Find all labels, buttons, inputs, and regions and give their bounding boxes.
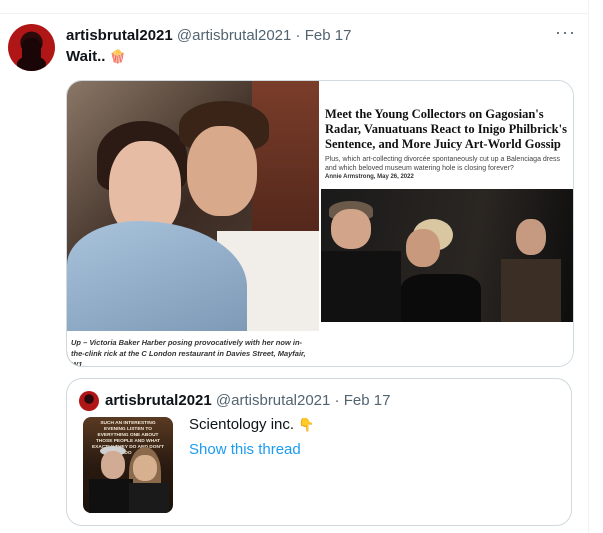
quoted-tweet[interactable]: artisbrutal2021 @artisbrutal2021 · Feb 1…	[66, 378, 572, 526]
image-caption: Up – Victoria Baker Harber posing provoc…	[67, 331, 319, 366]
quote-thumbnail[interactable]: SUCH AN INTERESTING EVENING LISTEN TO EV…	[83, 417, 173, 513]
image-figure	[133, 455, 157, 481]
tweet-text-content: Wait..	[66, 48, 106, 65]
image-figure	[321, 251, 401, 322]
image-bg	[321, 322, 573, 366]
quote-handle[interactable]: @artisbrutal2021	[216, 392, 330, 409]
quote-text: Scientology inc. 👇	[189, 416, 314, 433]
image-figure	[501, 259, 561, 322]
pointing-down-emoji: 👇	[298, 417, 315, 432]
quote-avatar[interactable]	[79, 391, 99, 411]
quote-text-content: Scientology inc.	[189, 416, 295, 433]
article-title: Meet the Young Collectors on Gagosian's …	[325, 107, 567, 151]
top-divider	[0, 13, 589, 14]
avatar[interactable]	[8, 24, 55, 71]
separator: ·	[295, 27, 301, 44]
avatar-figure-body	[17, 56, 46, 71]
media-image-left[interactable]: Up – Victoria Baker Harber posing provoc…	[67, 81, 319, 366]
quote-display-name[interactable]: artisbrutal2021	[105, 392, 212, 409]
more-options-icon[interactable]: ···	[555, 22, 576, 43]
image-figure	[401, 274, 481, 322]
quote-header: artisbrutal2021 @artisbrutal2021 · Feb 1…	[105, 392, 390, 409]
quote-separator: ·	[334, 392, 340, 409]
display-name[interactable]: artisbrutal2021	[66, 27, 173, 44]
tweet-date[interactable]: Feb 17	[305, 27, 352, 44]
quote-date[interactable]: Feb 17	[344, 392, 391, 409]
article-subtitle: Plus, which art-collecting divorcée spon…	[325, 156, 561, 172]
popcorn-emoji: 🍿	[109, 49, 126, 64]
media-grid: Up – Victoria Baker Harber posing provoc…	[66, 80, 574, 367]
right-divider	[588, 0, 589, 533]
tweet-header: artisbrutal2021 @artisbrutal2021 · Feb 1…	[66, 27, 351, 44]
image-figure	[406, 229, 440, 267]
handle[interactable]: @artisbrutal2021	[177, 27, 291, 44]
article-author: Annie Armstrong, May 26, 2022	[325, 174, 414, 180]
image-figure	[89, 479, 133, 513]
image-figure	[516, 219, 546, 255]
image-figure	[187, 126, 257, 216]
image-figure	[101, 451, 125, 479]
image-figure	[129, 483, 169, 513]
tweet-text: Wait.. 🍿	[66, 48, 126, 65]
image-figure	[331, 209, 371, 249]
article-photo	[321, 189, 573, 322]
show-thread-link[interactable]: Show this thread	[189, 441, 301, 458]
media-image-right[interactable]: Meet the Young Collectors on Gagosian's …	[321, 81, 573, 366]
